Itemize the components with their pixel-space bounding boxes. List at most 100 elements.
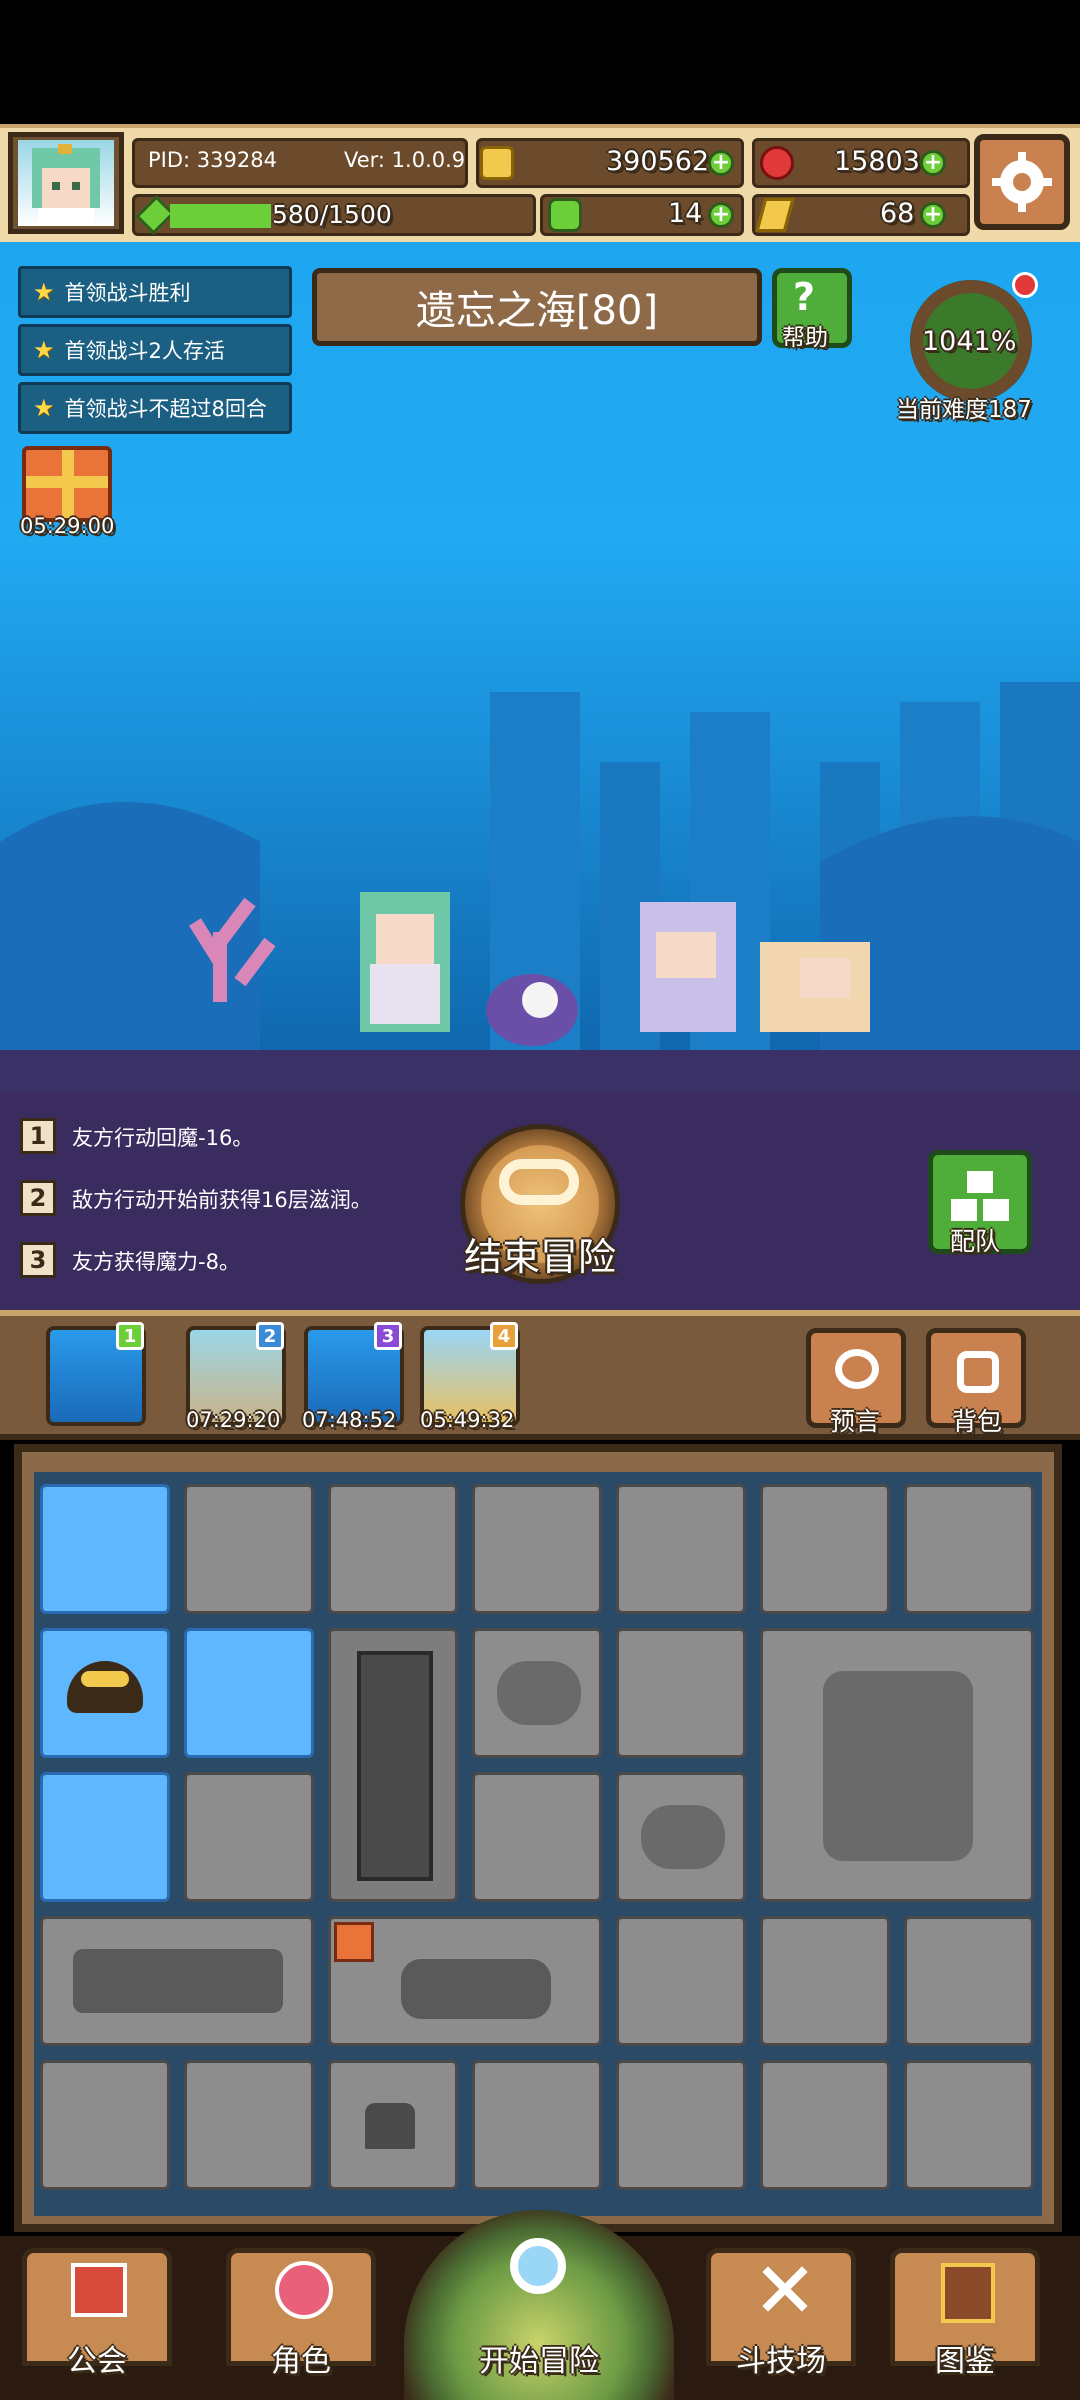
guild-hall-icon — [71, 2263, 127, 2317]
nav-character-label: 角色 — [271, 2344, 331, 2379]
log-number: 3 — [20, 1242, 56, 1278]
map-badge: 4 — [490, 1322, 518, 1350]
grid-cell[interactable] — [760, 2060, 890, 2190]
crystal-ball-icon — [835, 1349, 879, 1389]
end-adventure-label: 结束冒险 — [463, 1235, 616, 1279]
grid-cell[interactable] — [616, 1628, 746, 1758]
clover-value: 14 — [668, 198, 703, 229]
magnifier-icon — [510, 2238, 566, 2294]
gift-icon[interactable] — [22, 446, 112, 522]
grid-cell[interactable] — [40, 1772, 170, 1902]
system-status-bar — [0, 0, 1080, 124]
map-badge: 1 — [116, 1322, 144, 1350]
grid-cell[interactable] — [472, 1772, 602, 1902]
grid-cell[interactable] — [472, 1484, 602, 1614]
clam-icon — [497, 1661, 581, 1725]
book-icon — [941, 2263, 995, 2323]
grid-cell[interactable] — [40, 1484, 170, 1614]
stamina-text: 580/1500 — [272, 200, 392, 229]
item-add-button[interactable]: + — [920, 202, 946, 228]
difficulty-label: 当前难度187 — [896, 397, 1032, 423]
grid-cell[interactable] — [40, 1628, 170, 1758]
gem-value: 15803 — [834, 146, 920, 177]
nav-guild-label: 公会 — [67, 2344, 127, 2379]
grid-cell[interactable] — [760, 1484, 890, 1614]
grid-cell-pillar[interactable] — [328, 1628, 458, 1902]
nav-arena-label: 斗技场 — [736, 2344, 826, 2379]
grid-cell[interactable] — [616, 1916, 746, 2046]
grid-cell[interactable] — [184, 1772, 314, 1902]
character-icon — [275, 2261, 333, 2319]
grid-cell[interactable] — [904, 2060, 1034, 2190]
star-icon: ★ — [33, 336, 55, 364]
prophecy-label: 预言 — [830, 1407, 881, 1436]
coral-ruin-icon — [823, 1671, 973, 1861]
grid-cell[interactable] — [328, 2060, 458, 2190]
gold-value: 390562 — [606, 146, 710, 177]
grid-cell[interactable] — [904, 1484, 1034, 1614]
clover-icon — [548, 198, 582, 232]
help-label: 帮助 — [782, 325, 828, 351]
log-number: 1 — [20, 1118, 56, 1154]
gift-timer: 05:29:00 — [20, 514, 115, 538]
chest-icon — [365, 2103, 415, 2149]
grid-cell[interactable] — [472, 2060, 602, 2190]
map-timer: 05:49:32 — [420, 1408, 515, 1432]
grid-cell[interactable] — [328, 1484, 458, 1614]
avatar[interactable] — [18, 140, 114, 226]
grid-cell-wreck[interactable] — [40, 1916, 314, 2046]
notification-dot — [1012, 272, 1038, 298]
item-value: 68 — [880, 198, 915, 229]
map-timer: 07:48:52 — [302, 1408, 397, 1432]
star-icon: ★ — [33, 394, 55, 422]
pillar-icon — [357, 1651, 433, 1881]
log-entry: 友方获得魔力-8。 — [72, 1250, 240, 1274]
team-label: 配队 — [950, 1227, 1001, 1256]
grid-cell-coral[interactable] — [760, 1628, 1034, 1902]
log-entry: 友方行动回魔-16。 — [72, 1126, 254, 1150]
grid-cell[interactable] — [40, 2060, 170, 2190]
return-icon — [499, 1159, 579, 1205]
grid-cell[interactable] — [472, 1628, 602, 1758]
grid-cell[interactable] — [760, 1916, 890, 2046]
nav-codex-label: 图鉴 — [935, 2344, 995, 2379]
gem-add-button[interactable]: + — [920, 150, 946, 176]
quest-item: ★ 首领战斗2人存活 — [18, 324, 292, 376]
map-badge: 3 — [374, 1322, 402, 1350]
map-timer: 07:29:20 — [186, 1408, 281, 1432]
gear-icon — [992, 152, 1052, 212]
gold-add-button[interactable]: + — [708, 150, 734, 176]
gold-icon — [480, 146, 514, 180]
stamina-fill — [170, 204, 271, 228]
cauldron-icon — [67, 1661, 143, 1713]
grid-cell[interactable] — [616, 1484, 746, 1614]
log-number: 2 — [20, 1180, 56, 1216]
grid-cell[interactable] — [184, 1484, 314, 1614]
question-icon: ? — [793, 275, 816, 319]
clover-add-button[interactable]: + — [708, 202, 734, 228]
star-icon: ★ — [33, 278, 55, 306]
grid-cell[interactable] — [184, 1628, 314, 1758]
pid-text: PID: 339284 — [148, 148, 277, 172]
map-badge: 2 — [256, 1322, 284, 1350]
location-title: 遗忘之海[80] — [312, 268, 762, 346]
difficulty-percent: 1041% — [922, 326, 1017, 357]
map-selector — [0, 1310, 1080, 1440]
backpack-label: 背包 — [952, 1407, 1003, 1436]
quest-item: ★ 首领战斗不超过8回合 — [18, 382, 292, 434]
cannon-icon — [401, 1959, 551, 2019]
version-text: Ver: 1.0.0.9 — [344, 148, 466, 172]
grid-cell[interactable] — [184, 2060, 314, 2190]
grid-cell[interactable] — [616, 2060, 746, 2190]
clam-icon — [641, 1805, 725, 1869]
wreck-icon — [73, 1949, 283, 2013]
settings-button[interactable] — [974, 134, 1070, 230]
quest-item: ★ 首领战斗胜利 — [18, 266, 292, 318]
grid-cell[interactable] — [616, 1772, 746, 1902]
gem-icon — [760, 146, 794, 180]
log-entry: 敌方行动开始前获得16层滋润。 — [72, 1188, 372, 1212]
grid-cell[interactable] — [904, 1916, 1034, 2046]
backpack-icon — [957, 1351, 999, 1393]
nav-start-label: 开始冒险 — [479, 2344, 599, 2379]
smiley-marker-icon — [334, 1922, 374, 1962]
